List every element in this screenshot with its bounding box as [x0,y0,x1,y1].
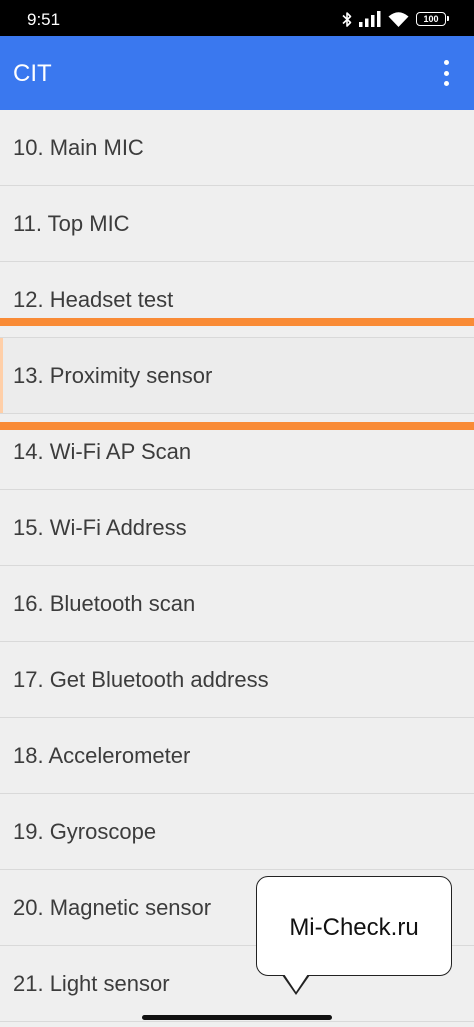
more-vertical-icon[interactable] [442,60,450,86]
list-item-label: 18. Accelerometer [13,742,191,768]
list-item-label: 14. Wi-Fi AP Scan [13,438,192,464]
highlight-line-bottom [0,422,474,430]
watermark-bubble: Mi-Check.ru [256,876,452,995]
list-item-label: 21. Light sensor [13,970,170,996]
status-time: 9:51 [27,10,61,29]
wifi-icon [388,11,409,27]
list-item-label: 20. Magnetic sensor [13,894,212,920]
list-item-top-mic[interactable]: 11. Top MIC [0,186,474,262]
battery-icon: 100 [416,12,449,26]
signal-icon [359,11,381,27]
list-item-label: 10. Main MIC [13,134,144,160]
list-item-bluetooth-scan[interactable]: 16. Bluetooth scan [0,566,474,642]
list-item-bluetooth-address[interactable]: 17. Get Bluetooth address [0,642,474,718]
bluetooth-icon [342,11,352,28]
list-item-label: 17. Get Bluetooth address [13,666,269,692]
list-item-label: 19. Gyroscope [13,818,157,844]
list-item-gyroscope[interactable]: 19. Gyroscope [0,794,474,870]
home-indicator[interactable] [142,1015,332,1020]
list-item-label: 16. Bluetooth scan [13,590,196,616]
highlight-line-top [0,318,474,326]
watermark-text: Mi-Check.ru [289,914,419,941]
app-bar: CIT [0,36,474,110]
list-item-label: 12. Headset test [13,286,174,312]
list-item-headset-test[interactable]: 12. Headset test [0,262,474,338]
list-item-label: 13. Proximity sensor [13,362,213,388]
list-item-main-mic[interactable]: 10. Main MIC [0,110,474,186]
more-dot [443,81,449,86]
app-title: CIT [13,60,52,87]
more-dot [443,60,449,65]
list-item-label: 11. Top MIC [13,210,130,236]
status-bar: 9:51 100 [0,0,474,36]
more-dot [443,70,449,76]
list-item-accelerometer[interactable]: 18. Accelerometer [0,718,474,794]
list-item-wifi-address[interactable]: 15. Wi-Fi Address [0,490,474,566]
battery-level: 100 [423,13,439,24]
status-icons: 100 [342,9,449,29]
list-item-proximity-sensor[interactable]: 13. Proximity sensor [0,338,474,414]
list-item-label: 15. Wi-Fi Address [13,514,187,540]
